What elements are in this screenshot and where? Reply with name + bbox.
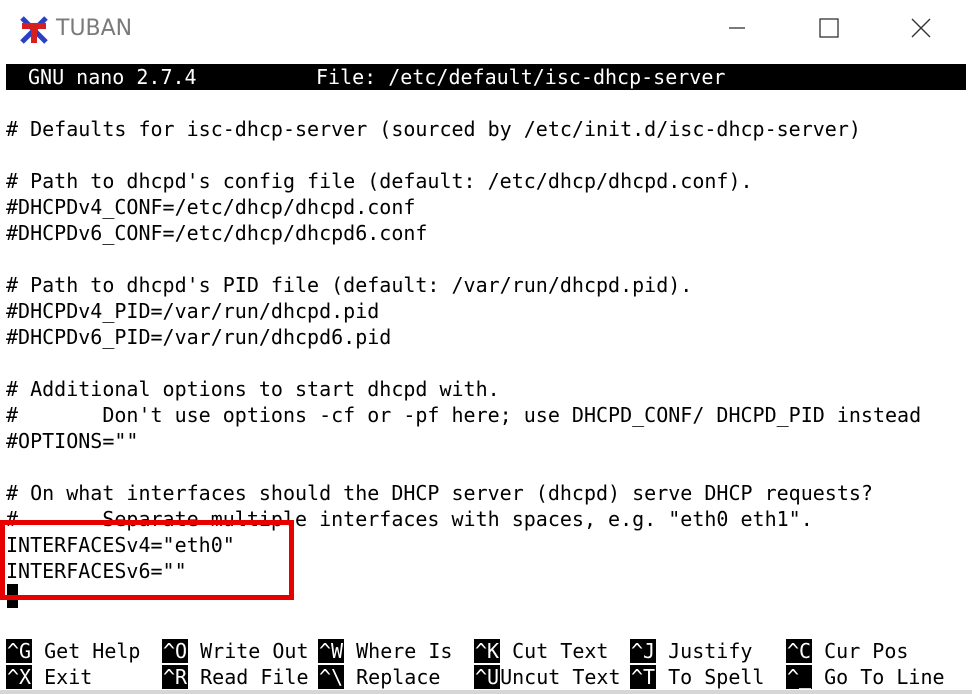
shortcut-justify[interactable]: ^J Justify — [630, 638, 752, 664]
shortcut-to-spell[interactable]: ^T To Spell — [630, 664, 764, 690]
file-line: #OPTIONS="" — [6, 429, 139, 453]
shortcut-key: ^O — [162, 639, 189, 663]
shortcut-uncut-text[interactable]: ^UUncut Text — [474, 664, 621, 690]
shortcut-label: Cut Text — [512, 639, 609, 663]
shortcut-cur-pos[interactable]: ^C Cur Pos — [786, 638, 908, 664]
window-bottom-edge — [0, 690, 972, 694]
shortcut-label: Where Is — [356, 639, 453, 663]
shortcut-key: ^K — [474, 639, 501, 663]
shortcut-key: ^X — [6, 665, 33, 689]
red-highlight-box — [0, 520, 294, 600]
shortcut-read-file[interactable]: ^R Read File — [162, 664, 309, 690]
shortcut-key: ^G — [6, 639, 33, 663]
shortcut-key: ^U — [474, 665, 501, 689]
minimize-icon — [729, 27, 745, 29]
nano-header-bar: GNU nano 2.7.4 File: /etc/default/isc-dhc… — [6, 64, 966, 90]
file-line: # Additional options to start dhcpd with… — [6, 377, 500, 401]
shortcut-get-help[interactable]: ^G Get Help — [6, 638, 140, 664]
shortcut-label: Write Out — [200, 639, 309, 663]
shortcut-label: Cur Pos — [824, 639, 909, 663]
shortcut-key: ^T — [630, 665, 657, 689]
file-line: #DHCPDv6_PID=/var/run/dhcpd6.pid — [6, 325, 392, 349]
maximize-icon — [819, 18, 839, 38]
shortcut-label: Read File — [200, 665, 309, 689]
shortcut-where-is[interactable]: ^W Where Is — [318, 638, 452, 664]
shortcut-label: Get Help — [44, 639, 141, 663]
shortcut-key: ^\ — [318, 665, 345, 689]
shortcut-label: Replace — [356, 665, 441, 689]
nano-version: GNU nano 2.7.4 — [28, 65, 197, 89]
shortcut-key: ^C — [786, 639, 813, 663]
shortcut-label: Exit — [44, 665, 93, 689]
close-icon — [911, 18, 931, 38]
shortcut-write-out[interactable]: ^O Write Out — [162, 638, 309, 664]
file-line: # Path to dhcpd's PID file (default: /va… — [6, 273, 693, 297]
nano-file-name: File: /etc/default/isc-dhcp-server — [316, 65, 726, 89]
shortcut-label: Uncut Text — [500, 665, 621, 689]
shortcut-label: Justify — [668, 639, 753, 663]
shortcut-key: ^_ — [786, 665, 813, 689]
shortcut-label: Go To Line — [824, 665, 945, 689]
shortcut-key: ^W — [318, 639, 345, 663]
window-titlebar[interactable]: TUBAN — [0, 0, 972, 58]
minimize-button[interactable] — [714, 10, 760, 46]
shortcut-replace[interactable]: ^\ Replace — [318, 664, 440, 690]
file-line: # Path to dhcpd's config file (default: … — [6, 169, 753, 193]
file-line: # Don't use options -cf or -pf here; use… — [6, 403, 922, 427]
file-line: # On what interfaces should the DHCP ser… — [6, 481, 873, 505]
close-button[interactable] — [898, 10, 944, 46]
shortcut-key: ^J — [630, 639, 657, 663]
file-line: # Defaults for isc-dhcp-server (sourced … — [6, 117, 861, 141]
file-line: #DHCPDv4_CONF=/etc/dhcp/dhcpd.conf — [6, 195, 416, 219]
shortcut-label: To Spell — [668, 665, 765, 689]
shortcut-go-to-line[interactable]: ^_ Go To Line — [786, 664, 945, 690]
maximize-button[interactable] — [806, 10, 852, 46]
shortcut-key: ^R — [162, 665, 189, 689]
file-line: #DHCPDv6_CONF=/etc/dhcp/dhcpd6.conf — [6, 221, 428, 245]
file-line: #DHCPDv4_PID=/var/run/dhcpd.pid — [6, 299, 380, 323]
window-title: TUBAN — [56, 16, 133, 41]
shortcut-exit[interactable]: ^X Exit — [6, 664, 92, 690]
tuban-logo-icon — [20, 16, 48, 44]
terminal-area[interactable]: GNU nano 2.7.4 File: /etc/default/isc-dhc… — [0, 58, 972, 694]
shortcut-cut-text[interactable]: ^K Cut Text — [474, 638, 608, 664]
